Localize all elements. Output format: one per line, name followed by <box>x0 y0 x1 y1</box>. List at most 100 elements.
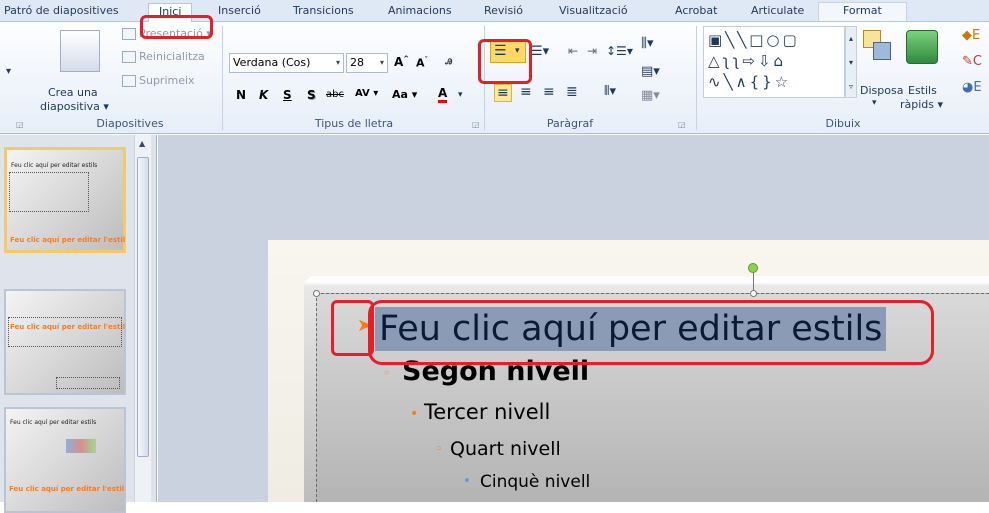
tab-animacions[interactable]: Animacions <box>388 3 452 21</box>
rotation-handle[interactable] <box>748 263 758 273</box>
change-case-button[interactable]: Aa ▾ <box>392 88 417 101</box>
tab-patro-diapositives[interactable]: Patró de diapositives <box>4 3 119 21</box>
align-right-icon[interactable]: ≡ <box>543 84 555 100</box>
scrollbar-thumb[interactable] <box>137 157 149 457</box>
level2-bullet-icon: ◦ <box>383 366 391 380</box>
columns-icon[interactable]: ⫴▾ <box>604 84 616 99</box>
shape-effects-icon[interactable]: ◕E <box>962 80 982 95</box>
font-name-value: Verdana (Cos) <box>233 56 311 69</box>
align-text-icon[interactable]: ▤▾ <box>641 64 660 79</box>
font-launcher-icon[interactable]: ◲ <box>472 120 480 129</box>
shrink-font-button[interactable]: Aˇ <box>416 56 428 70</box>
slide-thumb-title: Feu clic aquí per editar l'estil <box>10 236 126 244</box>
highlight-bullets-button <box>478 39 532 84</box>
quick-styles-button[interactable]: ràpids ▾ <box>900 98 943 111</box>
shapes-gallery-scroll[interactable]: ▴ ▾ ▿ <box>845 26 857 98</box>
reset-button[interactable]: Reinicialitza <box>122 50 205 63</box>
slide-thumb-title: Feu clic aquí per editar l'estil <box>9 485 125 493</box>
level4-text[interactable]: Quart nivell <box>450 436 561 462</box>
tab-transicions[interactable]: Transicions <box>293 3 354 21</box>
group-label-drawing: Dibuix <box>825 117 861 130</box>
smartart-icon[interactable]: ▦▾ <box>641 88 660 103</box>
arrange-icon[interactable] <box>863 30 893 62</box>
character-spacing-button[interactable]: AV ▾ <box>355 88 378 99</box>
resize-handle-tl[interactable] <box>313 290 320 297</box>
font-color-button[interactable]: A <box>438 86 448 103</box>
shape-row-3-icon: ∿╲∧{}☆ <box>708 73 792 91</box>
slide-thumbnail-3[interactable]: Feu clic aquí per editar estils Feu clic… <box>4 407 126 513</box>
quick-styles-icon[interactable] <box>906 30 938 64</box>
increase-indent-icon[interactable]: ⇥ <box>587 44 597 58</box>
font-color-dropdown[interactable]: ▾ <box>458 90 463 100</box>
tab-insercio[interactable]: Inserció <box>218 3 261 21</box>
reset-label: Reinicialitza <box>139 50 205 63</box>
font-color-label: A <box>438 86 448 100</box>
slide-thumb-text: Feu clic aquí per editar estils <box>11 162 98 169</box>
tab-articulate[interactable]: Articulate <box>751 3 804 21</box>
arrange-button[interactable]: Disposa <box>860 84 903 97</box>
new-slide-text: diapositiva <box>40 100 100 113</box>
shape-fill-icon[interactable]: ◆E <box>962 28 980 43</box>
shape-row-2-icon: △ʅʅ⇨⇩⌂ <box>708 52 787 70</box>
slide-thumbnail-2[interactable]: Feu clic aquí per editar l'estil <box>4 289 126 395</box>
group-label-font: Tipus de lletra <box>314 117 394 130</box>
numbering-button[interactable]: ☰▾ <box>531 44 549 59</box>
font-name-combo[interactable]: Verdana (Cos) ▾ <box>229 53 344 73</box>
delete-label: Suprimeix <box>139 74 195 87</box>
justify-icon[interactable]: ≣ <box>566 84 578 100</box>
italic-button[interactable]: K <box>259 88 268 102</box>
delete-button[interactable]: Suprimeix <box>122 74 195 87</box>
shape-outline-icon[interactable]: ✎C <box>962 54 982 69</box>
highlight-level1-text <box>368 300 934 365</box>
slide-thumbnail-1[interactable]: Feu clic aquí per editar estils Feu clic… <box>4 147 126 253</box>
clear-formatting-icon[interactable]: ꭿ <box>445 53 452 68</box>
delete-icon <box>122 75 136 87</box>
resize-handle-top[interactable] <box>750 290 757 297</box>
tab-acrobat[interactable]: Acrobat <box>675 3 717 21</box>
new-slide-label[interactable]: Crea una <box>48 86 98 99</box>
level4-bullet-icon: ◦ <box>435 442 443 457</box>
bold-button[interactable]: N <box>236 88 246 102</box>
text-direction-icon[interactable]: ⫼▾ <box>641 36 654 51</box>
level5-text[interactable]: Cinquè nivell <box>480 470 590 494</box>
underline-button[interactable]: S <box>283 88 292 102</box>
tab-visualitzacio[interactable]: Visualització <box>559 3 628 21</box>
slide-thumb-text: Feu clic aquí per editar estils <box>10 419 97 426</box>
decrease-indent-icon[interactable]: ⇤ <box>568 44 578 58</box>
shape-row-1-icon: ▣╲╲□○▢ <box>708 31 800 49</box>
paste-dropdown-arrow[interactable]: ▾ <box>6 66 11 77</box>
group-separator <box>222 26 223 130</box>
new-slide-label-2[interactable]: diapositiva ▾ <box>40 100 109 113</box>
clipboard-launcher-icon[interactable]: ◲ <box>16 120 24 129</box>
reset-icon <box>122 51 136 63</box>
level3-bullet-icon: • <box>410 406 419 422</box>
strikethrough-button[interactable]: abc <box>326 89 344 100</box>
chart-icon <box>66 439 96 453</box>
change-case-label: Aa <box>392 88 408 101</box>
tab-format[interactable]: Format <box>818 2 907 21</box>
group-label-diapositives: Diapositives <box>96 117 164 130</box>
tab-revisio[interactable]: Revisió <box>484 3 523 21</box>
layout-icon <box>122 28 136 40</box>
shapes-gallery[interactable]: ▣╲╲□○▢ △ʅʅ⇨⇩⌂ ∿╲∧{}☆ <box>703 26 845 98</box>
line-spacing-button[interactable]: ↕☰▾ <box>606 44 633 58</box>
thumb-placeholder <box>9 172 89 212</box>
align-center-icon[interactable]: ≡ <box>520 84 532 100</box>
level3-text[interactable]: Tercer nivell <box>424 398 550 426</box>
quick-styles-label-2: ràpids <box>900 98 935 111</box>
paragraph-launcher-icon[interactable]: ◲ <box>678 120 686 129</box>
quick-styles-label[interactable]: Estils <box>908 84 937 97</box>
group-label-paragraph: Paràgraf <box>546 117 594 130</box>
scroll-up-icon[interactable]: ▲ <box>139 139 145 148</box>
font-size-combo[interactable]: 28 ▾ <box>346 53 388 73</box>
highlight-inici-tab <box>140 15 213 39</box>
shadow-button[interactable]: S <box>307 88 316 102</box>
chevron-down-icon: ▾ <box>335 58 340 67</box>
font-size-value: 28 <box>350 56 364 69</box>
grow-font-button[interactable]: A^ <box>394 55 409 69</box>
arrange-dropdown[interactable]: ▾ <box>872 98 877 108</box>
align-left-icon[interactable]: ≡ <box>494 84 512 102</box>
level5-bullet-icon: • <box>463 474 471 489</box>
thumb-placeholder <box>56 377 120 389</box>
new-slide-icon[interactable] <box>60 30 100 72</box>
